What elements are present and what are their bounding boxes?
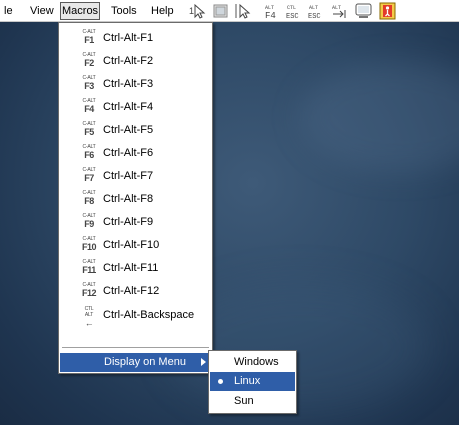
ctrl-alt-f2-key-icon: C-ALT F2 <box>82 52 96 68</box>
macro-item-ctrl-alt-f1[interactable]: C-ALT F1 Ctrl-Alt-F1 <box>60 27 211 49</box>
macro-item-ctrl-alt-f8[interactable]: C-ALT F8 Ctrl-Alt-F8 <box>60 188 211 210</box>
display-on-menu-submenu: Windows Linux Sun <box>208 350 297 414</box>
menu-tools[interactable]: Tools <box>111 3 137 19</box>
menu-view[interactable]: View <box>30 3 54 19</box>
macro-item-label: Ctrl-Alt-F9 <box>103 216 154 228</box>
submenu-item-sun[interactable]: Sun <box>210 392 295 411</box>
svg-text:F4: F4 <box>265 11 276 20</box>
menu-help[interactable]: Help <box>151 3 174 19</box>
menu-macros[interactable]: Macros <box>60 2 101 20</box>
cursor-toggle-icon[interactable] <box>233 2 253 20</box>
screen-capture-icon[interactable] <box>211 2 231 20</box>
monitor-icon[interactable] <box>354 2 374 20</box>
alt-f4-icon[interactable]: ALT F4 <box>262 2 282 21</box>
macro-item-ctrl-alt-f2[interactable]: C-ALT F2 Ctrl-Alt-F2 <box>60 50 211 72</box>
display-on-menu-label: Display on Menu <box>104 356 186 368</box>
ctl-esc-icon[interactable]: CTL ESC <box>285 2 305 21</box>
macro-item-label: Ctrl-Alt-F4 <box>103 101 154 113</box>
ctrl-alt-f10-key-icon: C-ALT F10 <box>82 236 97 252</box>
macro-item-label: Ctrl-Alt-F10 <box>103 239 160 251</box>
submenu-arrow-icon <box>201 358 206 366</box>
macro-item-ctrl-alt-f12[interactable]: C-ALT F12 Ctrl-Alt-F12 <box>60 280 211 302</box>
ctrl-alt-f11-key-icon: C-ALT F11 <box>82 259 96 275</box>
macro-item-label: Ctrl-Alt-F3 <box>103 78 154 90</box>
alt-esc-icon[interactable]: ALT ESC <box>307 2 327 21</box>
ctrl-alt-f3-key-icon: C-ALT F3 <box>82 75 96 91</box>
macro-item-label: Ctrl-Alt-F11 <box>103 262 159 274</box>
macro-item-label: Ctrl-Alt-Backspace <box>103 309 195 321</box>
macro-item-label: Ctrl-Alt-F5 <box>103 124 154 136</box>
display-on-menu-item[interactable]: Display on Menu <box>60 353 211 372</box>
macro-item-label: Ctrl-Alt-F1 <box>103 32 154 44</box>
ctrl-alt-f9-key-icon: C-ALT F9 <box>82 213 96 229</box>
ctrl-alt-f6-key-icon: C-ALT F6 <box>82 144 96 160</box>
submenu-item-windows[interactable]: Windows <box>210 353 295 372</box>
macro-item-label: Ctrl-Alt-F7 <box>103 170 154 182</box>
macro-item-ctrl-alt-f3[interactable]: C-ALT F3 Ctrl-Alt-F3 <box>60 73 211 95</box>
submenu-item-label: Sun <box>234 395 254 407</box>
alt-tab-icon[interactable]: ALT <box>330 2 350 20</box>
svg-text:ESC: ESC <box>286 13 299 20</box>
submenu-item-linux[interactable]: Linux <box>210 372 295 391</box>
one-to-one-cursor-icon[interactable]: 1 <box>188 2 208 20</box>
ctrl-alt-backspace-key-icon: CTL ALT ← <box>84 306 94 328</box>
svg-text:ALT: ALT <box>309 5 318 11</box>
exit-icon[interactable] <box>378 2 398 20</box>
macros-dropdown-menu: C-ALT F1 Ctrl-Alt-F1 C-ALT F2 Ctrl-Alt-F2 … <box>58 22 213 374</box>
macro-item-ctrl-alt-f5[interactable]: C-ALT F5 Ctrl-Alt-F5 <box>60 119 211 141</box>
macro-item-ctrl-alt-f11[interactable]: C-ALT F11 Ctrl-Alt-F11 <box>60 257 211 279</box>
svg-text:CTL: CTL <box>287 5 296 11</box>
svg-text:ESC: ESC <box>308 13 321 20</box>
submenu-item-label: Linux <box>234 375 261 387</box>
macro-item-label: Ctrl-Alt-F6 <box>103 147 154 159</box>
ctrl-alt-f7-key-icon: C-ALT F7 <box>82 167 96 183</box>
macro-item-ctrl-alt-f10[interactable]: C-ALT F10 Ctrl-Alt-F10 <box>60 234 211 256</box>
macro-item-label: Ctrl-Alt-F8 <box>103 193 154 205</box>
svg-text:1: 1 <box>189 6 194 16</box>
macro-item-ctrl-alt-f6[interactable]: C-ALT F6 Ctrl-Alt-F6 <box>60 142 211 164</box>
ctrl-alt-f8-key-icon: C-ALT F8 <box>82 190 96 206</box>
ctrl-alt-f1-key-icon: C-ALT F1 <box>82 29 96 45</box>
macro-item-label: Ctrl-Alt-F2 <box>103 55 154 67</box>
macro-item-ctrl-alt-backspace[interactable]: CTL ALT ← Ctrl-Alt-Backspace <box>60 304 211 328</box>
macro-item-ctrl-alt-f4[interactable]: C-ALT F4 Ctrl-Alt-F4 <box>60 96 211 118</box>
menu-file[interactable]: le <box>4 3 13 19</box>
menubar: le View Macros Tools Help 1 ALT F4 CTL ESC… <box>0 0 459 22</box>
macro-item-ctrl-alt-f7[interactable]: C-ALT F7 Ctrl-Alt-F7 <box>60 165 211 187</box>
ctrl-alt-f5-key-icon: C-ALT F5 <box>82 121 96 137</box>
ctrl-alt-f4-key-icon: C-ALT F4 <box>82 98 96 114</box>
menu-separator <box>62 347 209 348</box>
svg-text:ALT: ALT <box>332 5 341 11</box>
radio-bullet-icon <box>218 379 223 384</box>
submenu-item-label: Windows <box>234 356 279 368</box>
macro-item-ctrl-alt-f9[interactable]: C-ALT F9 Ctrl-Alt-F9 <box>60 211 211 233</box>
ctrl-alt-f12-key-icon: C-ALT F12 <box>82 282 97 298</box>
macro-item-label: Ctrl-Alt-F12 <box>103 285 160 297</box>
